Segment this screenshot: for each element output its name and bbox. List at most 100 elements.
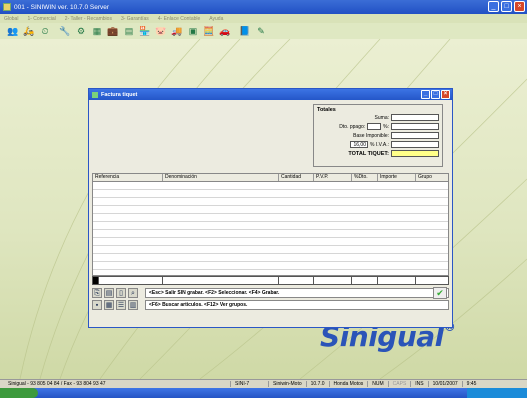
shortcut-text-2: <F6> Buscar articulos. <F12> Ver grupos. <box>145 300 449 310</box>
status-module: Siniwin-Moto <box>268 381 306 387</box>
window-close-button[interactable]: × <box>441 90 450 99</box>
col-cantidad[interactable]: Cantidad <box>279 174 314 181</box>
edit-denominacion-input[interactable] <box>163 277 279 284</box>
display-icon[interactable]: ▣ <box>187 25 199 37</box>
window-maximize-button[interactable]: □ <box>431 90 440 99</box>
app-title-bar: 001 - SINIWIN ver. 10.7.0 Server _ □ × <box>0 0 527 14</box>
briefcase-icon[interactable]: 💼 <box>107 25 119 37</box>
people-icon[interactable]: 👥 <box>7 25 19 37</box>
window-title: Factura tiquet <box>101 91 138 98</box>
factura-tiquet-window: Factura tiquet _ □ × Totales Suma: Dto. … <box>88 88 453 328</box>
copy-icon[interactable]: ⎘ <box>92 288 102 298</box>
total-label: TOTAL TIQUET: <box>348 150 389 157</box>
total-row: TOTAL TIQUET: <box>317 149 439 158</box>
dto-label: Dto. ppago: <box>339 123 366 130</box>
suma-field <box>391 114 439 121</box>
edit-cantidad-input[interactable] <box>279 277 314 284</box>
shortcut-text-1: <Esc> Salir SIN grabar. <F2> Seleccionar… <box>145 288 449 298</box>
status-brand: Honda Motos <box>328 381 368 387</box>
shortcut-row-2: ▪ ▦ ☰ ▥ <F6> Buscar articulos. <F12> Ver… <box>92 299 449 311</box>
table-row[interactable] <box>93 238 448 246</box>
col-grupo[interactable]: Grupo <box>416 174 444 181</box>
table-row[interactable] <box>93 230 448 238</box>
suma-label: Suma: <box>374 114 389 121</box>
status-bar: Sinigual - 93 805 04 84 / Fax - 93 804 9… <box>0 379 527 388</box>
status-time: 9:45 <box>461 381 481 387</box>
status-date: 10/01/2007 <box>427 381 462 387</box>
table-row[interactable] <box>93 190 448 198</box>
menu-enlace[interactable]: 4- Enlace Contable <box>158 16 201 22</box>
menu-taller[interactable]: 2- Taller - Recambios <box>65 16 112 22</box>
dto-pct-field[interactable] <box>367 123 382 130</box>
paste-icon[interactable]: ▤ <box>104 288 114 298</box>
close-button[interactable]: × <box>514 1 525 12</box>
windows-taskbar <box>0 388 527 398</box>
piggy-icon[interactable]: 🐷 <box>155 25 167 37</box>
boxes-icon[interactable]: ▦ <box>91 25 103 37</box>
book-icon[interactable]: 📘 <box>239 25 251 37</box>
col-dto[interactable]: %Dto. <box>352 174 378 181</box>
line-edit-row <box>92 276 449 285</box>
total-field <box>391 150 439 157</box>
iva-field <box>391 141 439 148</box>
table-row[interactable] <box>93 182 448 190</box>
store-icon[interactable]: 🏪 <box>139 25 151 37</box>
invoice-icon[interactable]: ▤ <box>123 25 135 37</box>
menu-global[interactable]: Global <box>4 16 18 22</box>
menu-garantias[interactable]: 3- Garantías <box>121 16 149 22</box>
window-minimize-button[interactable]: _ <box>421 90 430 99</box>
app-icon <box>3 3 11 11</box>
status-ins: INS <box>410 381 427 387</box>
scooter-icon[interactable]: 🛵 <box>23 25 35 37</box>
table-row[interactable] <box>93 206 448 214</box>
confirm-check-button[interactable]: ✔ <box>433 287 447 299</box>
edit-pvp-input[interactable] <box>314 277 352 284</box>
print-icon[interactable]: ▦ <box>104 300 114 310</box>
minimize-button[interactable]: _ <box>488 1 499 12</box>
suma-row: Suma: <box>317 113 439 122</box>
save-icon[interactable]: ▪ <box>92 300 102 310</box>
new-doc-icon[interactable]: ▯ <box>116 288 126 298</box>
table-row[interactable] <box>93 262 448 270</box>
table-row[interactable] <box>93 246 448 254</box>
menu-bar: Global 1- Comercial 2- Taller - Recambio… <box>0 14 527 23</box>
status-version: 10.7.0 <box>305 381 329 387</box>
app-title: 001 - SINIWIN ver. 10.7.0 Server <box>14 3 110 11</box>
table-row[interactable] <box>93 254 448 262</box>
edit-dto-input[interactable] <box>352 277 378 284</box>
pct-sign: %: <box>383 123 389 130</box>
totals-panel: Totales Suma: Dto. ppago: %: Base Imponi… <box>313 104 443 167</box>
list-icon[interactable]: ☰ <box>116 300 126 310</box>
table-row[interactable] <box>93 214 448 222</box>
car-icon[interactable]: 🚗 <box>219 25 231 37</box>
menu-comercial[interactable]: 1- Comercial <box>27 16 55 22</box>
col-importe[interactable]: Importe <box>378 174 416 181</box>
clock-icon[interactable]: ⏲ <box>39 25 51 37</box>
binoculars-icon[interactable]: ⌕ <box>128 288 138 298</box>
parts-icon[interactable]: ⚙ <box>75 25 87 37</box>
iva-label: % I.V.A.: <box>370 141 389 148</box>
base-label: Base Imponible: <box>353 132 389 139</box>
base-row: Base Imponible: <box>317 131 439 140</box>
iva-pct-field[interactable]: 16,00 <box>350 141 368 148</box>
dto-amount-field <box>391 123 439 130</box>
calculator-icon[interactable]: 🧮 <box>203 25 215 37</box>
grid-icon[interactable]: ▥ <box>128 300 138 310</box>
col-referencia[interactable]: Referencia <box>93 174 163 181</box>
lines-grid[interactable]: Referencia Denominación Cantidad P.V.P. … <box>92 173 449 276</box>
table-row[interactable] <box>93 198 448 206</box>
menu-ayuda[interactable]: Ayuda <box>209 16 223 22</box>
edit-grupo-input[interactable] <box>416 277 448 284</box>
col-pvp[interactable]: P.V.P. <box>314 174 352 181</box>
maximize-button[interactable]: □ <box>501 1 512 12</box>
edit-importe-input[interactable] <box>378 277 416 284</box>
status-num: NUM <box>367 381 387 387</box>
grid-header: Referencia Denominación Cantidad P.V.P. … <box>93 174 448 182</box>
edit-referencia-input[interactable] <box>99 277 163 284</box>
edit-icon[interactable]: ✎ <box>255 25 267 37</box>
tools-icon[interactable]: 🔧 <box>59 25 71 37</box>
start-button[interactable] <box>0 388 38 398</box>
col-denominacion[interactable]: Denominación <box>163 174 279 181</box>
truck-icon[interactable]: 🚚 <box>171 25 183 37</box>
table-row[interactable] <box>93 222 448 230</box>
